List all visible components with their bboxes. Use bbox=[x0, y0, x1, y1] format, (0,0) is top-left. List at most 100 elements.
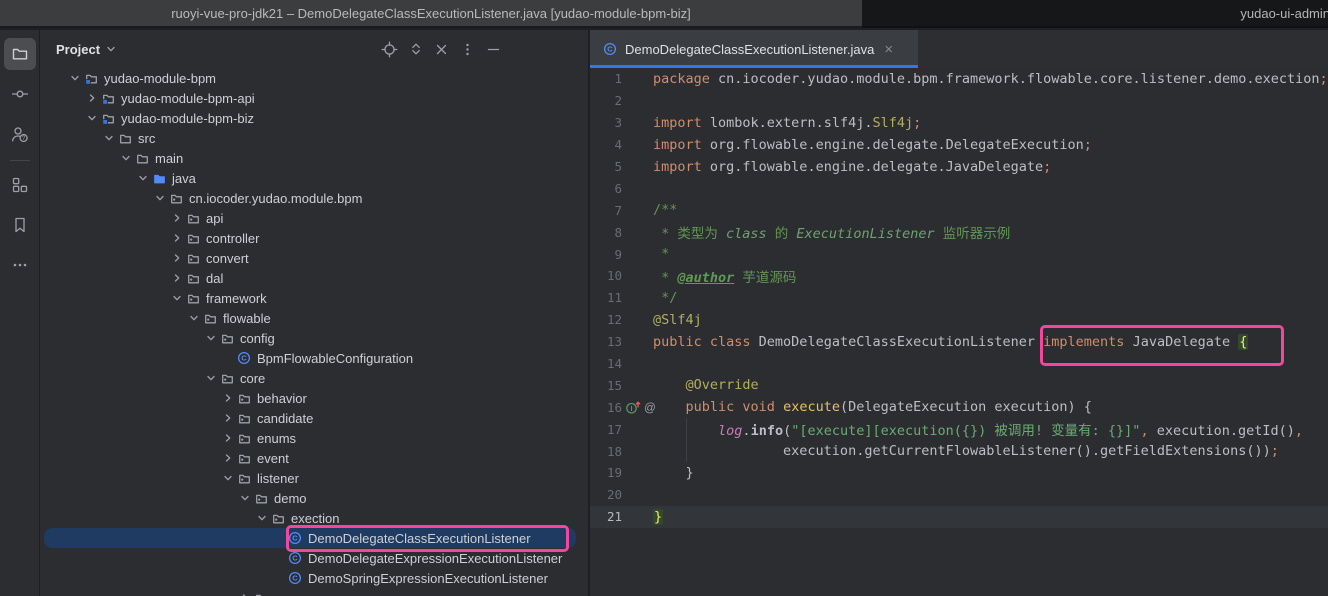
chevron-down-icon[interactable] bbox=[237, 490, 253, 506]
chevron-down-icon[interactable] bbox=[105, 43, 117, 55]
chevron-down-icon[interactable] bbox=[203, 330, 219, 346]
chevron-right-icon[interactable] bbox=[169, 210, 185, 226]
code-line[interactable]: 5import org.flowable.engine.delegate.Jav… bbox=[590, 156, 1328, 178]
code-line[interactable]: 7/** bbox=[590, 199, 1328, 221]
chevron-down-icon[interactable] bbox=[254, 510, 270, 526]
line-number[interactable]: 11 bbox=[590, 290, 622, 305]
tree-row[interactable]: exection bbox=[40, 508, 588, 528]
code-line-current[interactable]: 21} bbox=[590, 506, 1328, 528]
chevron-right-icon[interactable] bbox=[237, 590, 253, 596]
chevron-right-icon[interactable] bbox=[220, 430, 236, 446]
tree-row[interactable]: dal bbox=[40, 268, 588, 288]
code-line[interactable]: 3import lombok.extern.slf4j.Slf4j; bbox=[590, 112, 1328, 134]
project-panel-title[interactable]: Project bbox=[56, 42, 100, 57]
chevron-right-icon[interactable] bbox=[220, 390, 236, 406]
code-editor[interactable]: 1package cn.iocoder.yudao.module.bpm.fra… bbox=[590, 68, 1328, 596]
chevron-down-icon[interactable] bbox=[84, 110, 100, 126]
tool-window-button-pull-requests[interactable]: ? bbox=[4, 118, 36, 150]
chevron-right-icon[interactable] bbox=[220, 450, 236, 466]
tree-row[interactable]: candidate bbox=[40, 408, 588, 428]
code-line[interactable]: 6 bbox=[590, 177, 1328, 199]
code-line[interactable]: 14 bbox=[590, 353, 1328, 375]
chevron-right-icon[interactable] bbox=[169, 250, 185, 266]
code-line[interactable]: 15 @Override bbox=[590, 374, 1328, 396]
active-window-title-bar[interactable]: ruoyi-vue-pro-jdk21 – DemoDelegateClassE… bbox=[0, 0, 862, 28]
chevron-down-icon[interactable] bbox=[169, 290, 185, 306]
chevron-down-icon[interactable] bbox=[67, 70, 83, 86]
tree-row[interactable]: demo bbox=[40, 488, 588, 508]
close-icon[interactable]: × bbox=[884, 42, 893, 57]
tree-row[interactable]: main bbox=[40, 148, 588, 168]
chevron-down-icon[interactable] bbox=[101, 130, 117, 146]
tree-row[interactable]: CDemoDelegateExpressionExecutionListener bbox=[40, 548, 588, 568]
line-number[interactable]: 1 bbox=[590, 71, 622, 86]
chevron-down-icon[interactable] bbox=[152, 190, 168, 206]
line-number[interactable]: 10 bbox=[590, 268, 622, 283]
tree-row[interactable]: event bbox=[40, 448, 588, 468]
line-number[interactable]: 19 bbox=[590, 465, 622, 480]
line-number[interactable]: 6 bbox=[590, 181, 622, 196]
chevron-right-icon[interactable] bbox=[84, 90, 100, 106]
implements-method-marker-icon[interactable]: I bbox=[625, 400, 642, 415]
tree-row[interactable]: convert bbox=[40, 248, 588, 268]
chevron-down-icon[interactable] bbox=[135, 170, 151, 186]
tool-window-button-bookmarks[interactable] bbox=[4, 209, 36, 241]
code-line[interactable]: 2 bbox=[590, 90, 1328, 112]
tree-row[interactable]: CDemoSpringExpressionExecutionListener bbox=[40, 568, 588, 588]
tree-row[interactable]: cn.iocoder.yudao.module.bpm bbox=[40, 188, 588, 208]
tree-row[interactable]: enums bbox=[40, 428, 588, 448]
line-number[interactable]: 12 bbox=[590, 312, 622, 327]
editor-tab[interactable]: C DemoDelegateClassExecutionListener.jav… bbox=[590, 30, 918, 68]
tree-row[interactable]: controller bbox=[40, 228, 588, 248]
header-button-collapse-all[interactable] bbox=[433, 41, 450, 58]
header-button-options[interactable] bbox=[459, 41, 476, 58]
code-line[interactable]: 11 */ bbox=[590, 287, 1328, 309]
tool-window-button-structure[interactable] bbox=[4, 169, 36, 201]
chevron-down-icon[interactable] bbox=[118, 150, 134, 166]
chevron-right-icon[interactable] bbox=[169, 270, 185, 286]
tree-row[interactable]: api bbox=[40, 208, 588, 228]
tool-window-button-project[interactable] bbox=[4, 38, 36, 70]
line-number[interactable]: 5 bbox=[590, 159, 622, 174]
chevron-down-icon[interactable] bbox=[220, 470, 236, 486]
line-number[interactable]: 3 bbox=[590, 115, 622, 130]
header-button-expand-collapse[interactable] bbox=[407, 41, 424, 58]
code-line[interactable]: 20 bbox=[590, 484, 1328, 506]
line-number[interactable]: 8 bbox=[590, 225, 622, 240]
chevron-down-icon[interactable] bbox=[203, 370, 219, 386]
code-line[interactable]: 1package cn.iocoder.yudao.module.bpm.fra… bbox=[590, 68, 1328, 90]
tree-row[interactable]: core bbox=[40, 368, 588, 388]
code-line[interactable]: 12@Slf4j bbox=[590, 309, 1328, 331]
header-button-locate-opened-file[interactable] bbox=[381, 41, 398, 58]
tree-row[interactable]: yudao-module-bpm-api bbox=[40, 88, 588, 108]
tool-window-button-more-tool-windows[interactable] bbox=[4, 249, 36, 281]
line-number[interactable]: 15 bbox=[590, 378, 622, 393]
chevron-down-icon[interactable] bbox=[186, 310, 202, 326]
line-number[interactable]: 17 bbox=[590, 422, 622, 437]
code-line[interactable]: 17 log.info("[execute][execution({}) 被调用… bbox=[590, 418, 1328, 440]
tree-row[interactable]: src bbox=[40, 128, 588, 148]
line-number[interactable]: 9 bbox=[590, 247, 622, 262]
tree-row[interactable]: listener bbox=[40, 468, 588, 488]
tree-row[interactable]: config bbox=[40, 328, 588, 348]
line-number[interactable]: 18 bbox=[590, 444, 622, 459]
line-number[interactable]: 20 bbox=[590, 487, 622, 502]
tree-row[interactable] bbox=[40, 588, 588, 596]
code-line[interactable]: 18 execution.getCurrentFlowableListener(… bbox=[590, 440, 1328, 462]
code-line[interactable]: 10 * @author 芋道源码 bbox=[590, 265, 1328, 287]
tree-row[interactable]: java bbox=[40, 168, 588, 188]
code-line[interactable]: 19 } bbox=[590, 462, 1328, 484]
line-number[interactable]: 21 bbox=[590, 509, 622, 524]
chevron-right-icon[interactable] bbox=[169, 230, 185, 246]
background-window-title-bar[interactable]: yudao-ui-admin bbox=[862, 0, 1328, 28]
line-number[interactable]: 16 bbox=[590, 400, 622, 415]
tree-row[interactable]: CBpmFlowableConfiguration bbox=[40, 348, 588, 368]
code-line[interactable]: 4import org.flowable.engine.delegate.Del… bbox=[590, 134, 1328, 156]
line-number[interactable]: 13 bbox=[590, 334, 622, 349]
code-line[interactable]: 8 * 类型为 class 的 ExecutionListener 监听器示例 bbox=[590, 221, 1328, 243]
tree-row[interactable]: framework bbox=[40, 288, 588, 308]
tree-row[interactable]: yudao-module-bpm bbox=[40, 68, 588, 88]
tree-row[interactable]: flowable bbox=[40, 308, 588, 328]
line-number[interactable]: 4 bbox=[590, 137, 622, 152]
line-number[interactable]: 7 bbox=[590, 203, 622, 218]
